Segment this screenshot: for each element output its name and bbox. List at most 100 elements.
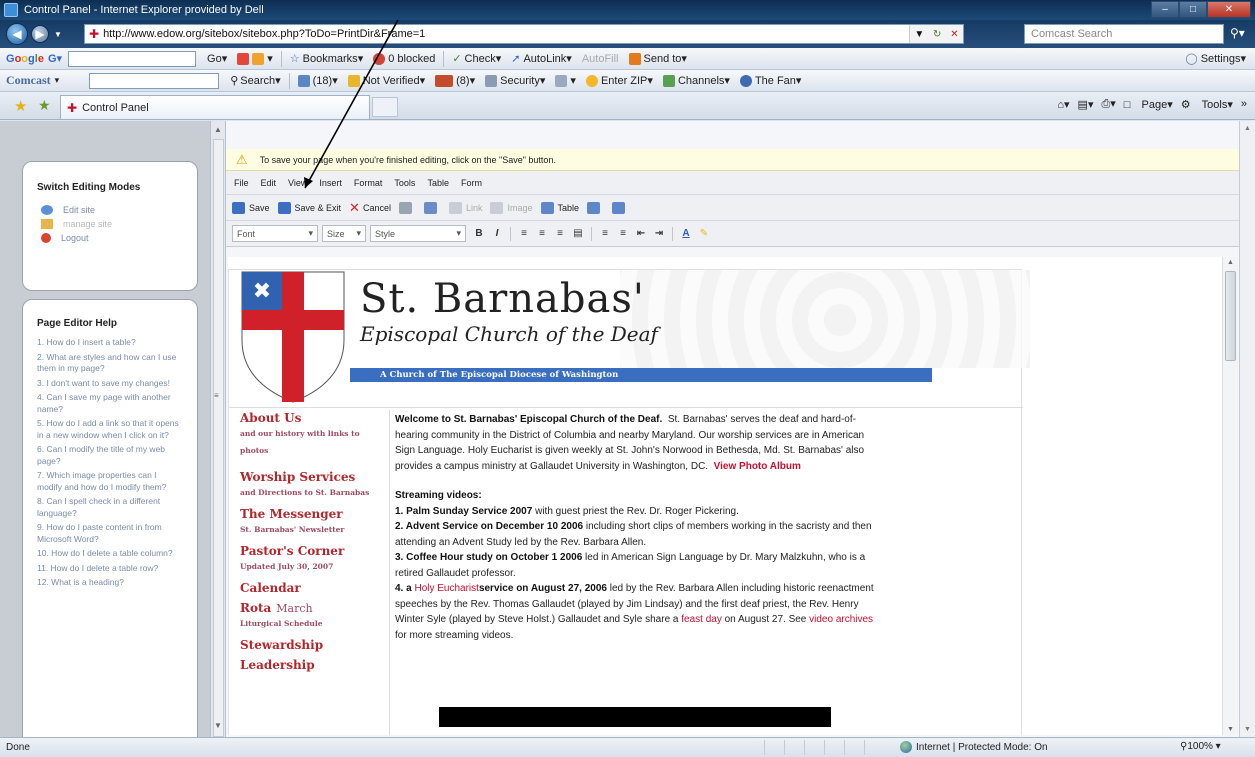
font-color-icon[interactable]: A	[678, 228, 694, 239]
tools-menu-button[interactable]: ⚙ Tools▾	[1181, 98, 1233, 111]
mode-logout[interactable]: Logout	[23, 231, 197, 245]
site-nav-label[interactable]: About Us	[240, 411, 390, 425]
spell-check-button[interactable]: ✓ Check ▾	[452, 52, 501, 66]
site-nav-item[interactable]: Worship Services and Directions to St. Ba…	[240, 470, 390, 501]
cancel-button[interactable]: ✕ Cancel	[349, 200, 391, 216]
the-fan-button[interactable]: The Fan ▾	[739, 74, 801, 87]
splitter-grip-icon[interactable]: ≡	[214, 391, 219, 400]
maximize-button[interactable]: □	[1179, 1, 1207, 18]
comcast-security-button[interactable]: Security ▾	[485, 74, 545, 87]
history-dropdown-icon[interactable]: ▼	[54, 30, 62, 39]
align-left-icon[interactable]: ≡	[516, 228, 532, 239]
size-select[interactable]: Size ▾	[322, 225, 366, 242]
autofill-button[interactable]: AutoFill	[582, 53, 619, 65]
site-nav-label[interactable]: Pastor's Corner	[240, 544, 390, 558]
site-nav-item[interactable]: Pastor's Corner Updated July 30, 2007	[240, 544, 390, 575]
search-input[interactable]: Comcast Search	[1024, 24, 1224, 44]
site-nav-label[interactable]: Leadership	[240, 658, 390, 672]
help-link[interactable]: 4. Can I save my page with another name?	[23, 392, 197, 415]
content-scroll-down-icon[interactable]: ▼	[1227, 726, 1234, 733]
holy-eucharist-link[interactable]: Holy Eucharist	[414, 583, 478, 594]
menu-file[interactable]: File	[234, 178, 249, 188]
italic-button[interactable]: I	[489, 228, 505, 239]
style-select[interactable]: Style ▾	[370, 225, 466, 242]
mode-edit-site[interactable]: Edit site	[23, 203, 197, 217]
site-nav-label[interactable]: Calendar	[240, 581, 390, 595]
comcast-dropdown-icon[interactable]: ▾	[55, 75, 60, 86]
help-link[interactable]: 11. How do I delete a table row?	[23, 563, 197, 575]
ordered-list-icon[interactable]: ≡	[597, 228, 613, 239]
site-nav-item[interactable]: About Us and our history with links to ph…	[240, 411, 390, 459]
indent-icon[interactable]: ⇥	[651, 228, 667, 239]
help-link[interactable]: 3. I don't want to save my changes!	[23, 378, 197, 390]
channels-button[interactable]: Channels ▾	[662, 74, 730, 87]
site-nav-label[interactable]: Rota March	[240, 601, 390, 615]
add-favorites-icon[interactable]: ★	[38, 97, 51, 114]
table-props-button[interactable]	[587, 201, 604, 214]
help-link[interactable]: 8. Can I spell check in a different lang…	[23, 496, 197, 519]
refresh-icon[interactable]: ↻	[933, 29, 941, 40]
content-scroll-up-icon[interactable]: ▲	[1227, 259, 1234, 266]
stop-icon[interactable]: ✕	[950, 29, 958, 40]
new-tab-button[interactable]	[372, 97, 398, 117]
menu-edit[interactable]: Edit	[261, 178, 277, 188]
properties-button[interactable]	[398, 201, 416, 214]
comcast-video-button[interactable]: (8) ▾	[435, 74, 475, 87]
bookmarks-button[interactable]: ☆ Bookmarks ▾	[290, 52, 363, 66]
scroll-up-icon[interactable]: ▲	[214, 125, 222, 134]
cell-props-button[interactable]	[612, 201, 629, 214]
comcast-mail-button[interactable]: (18) ▾	[297, 74, 338, 87]
unordered-list-icon[interactable]: ≡	[615, 228, 631, 239]
justify-icon[interactable]: ▤	[570, 228, 586, 239]
feast-day-link[interactable]: feast day	[681, 614, 722, 625]
help-link[interactable]: 6. Can I modify the title of my web page…	[23, 444, 197, 467]
spellcheck-button[interactable]	[423, 201, 441, 214]
overflow-icon[interactable]: »	[1241, 98, 1247, 110]
site-nav-item[interactable]: Stewardship	[240, 638, 390, 652]
comcast-search-button[interactable]: ⚲ Search ▾	[230, 74, 280, 88]
site-nav-item[interactable]: Rota March Liturgical Schedule	[240, 601, 390, 632]
window-scroll-up-icon[interactable]: ▲	[1244, 125, 1251, 132]
comcast-shield-button[interactable]: ▾	[555, 74, 576, 87]
mode-manage-site[interactable]: manage site	[23, 217, 197, 231]
site-nav-label[interactable]: Stewardship	[240, 638, 390, 652]
save-button[interactable]: Save	[232, 201, 270, 214]
print-icon[interactable]: ⎙▾	[1101, 97, 1115, 111]
page-menu-button[interactable]: □ Page▾	[1124, 98, 1173, 111]
help-link[interactable]: 7. Which image properties can I modify a…	[23, 470, 197, 493]
url-dropdown-icon[interactable]: ▼	[914, 29, 924, 40]
align-right-icon[interactable]: ≡	[552, 228, 568, 239]
menu-view[interactable]: View	[288, 178, 307, 188]
link-button[interactable]: Link	[448, 201, 482, 214]
site-nav-item[interactable]: The Messenger St. Barnabas' Newsletter	[240, 507, 390, 538]
video-archives-link[interactable]: video archives	[809, 614, 873, 625]
minimize-button[interactable]: –	[1151, 1, 1179, 18]
help-link[interactable]: 9. How do I paste content in from Micros…	[23, 522, 197, 545]
page-content-pane[interactable]: ✖ St. Barnabas' Episcopal Church of the …	[228, 257, 1238, 735]
font-select[interactable]: Font ▾	[232, 225, 318, 242]
tab-control-panel[interactable]: ✚ Control Panel	[60, 95, 370, 119]
home-icon[interactable]: ⌂▾	[1057, 98, 1069, 111]
content-scroll-thumb[interactable]	[1225, 271, 1236, 361]
help-link[interactable]: 5. How do I add a link so that it opens …	[23, 418, 197, 441]
favorites-star-icon[interactable]: ★	[14, 97, 27, 115]
save-exit-button[interactable]: Save & Exit	[277, 201, 341, 214]
comcast-search-input[interactable]	[89, 72, 220, 89]
rota-month[interactable]: March	[276, 602, 312, 615]
site-nav-item[interactable]: Calendar	[240, 581, 390, 595]
google-g-icon[interactable]: G▾	[48, 52, 62, 65]
toolbar-icons-group[interactable]: ▾	[237, 52, 273, 65]
highlight-icon[interactable]: ✎	[696, 228, 712, 239]
image-button[interactable]: Image	[490, 201, 533, 214]
menu-table[interactable]: Table	[427, 178, 449, 188]
google-search-input[interactable]	[68, 50, 197, 67]
splitter-thumb[interactable]	[213, 139, 224, 737]
outdent-icon[interactable]: ⇤	[633, 228, 649, 239]
menu-form[interactable]: Form	[461, 178, 482, 188]
url-input[interactable]: ✚ http://www.edow.org/sitebox/sitebox.ph…	[84, 24, 964, 44]
help-link[interactable]: 2. What are styles and how can I use the…	[23, 352, 197, 375]
enter-zip-button[interactable]: Enter ZIP ▾	[585, 74, 653, 87]
table-button[interactable]: Table	[540, 201, 579, 214]
site-nav-label[interactable]: The Messenger	[240, 507, 390, 521]
google-settings-button[interactable]: ◯ Settings ▾	[1185, 52, 1246, 66]
